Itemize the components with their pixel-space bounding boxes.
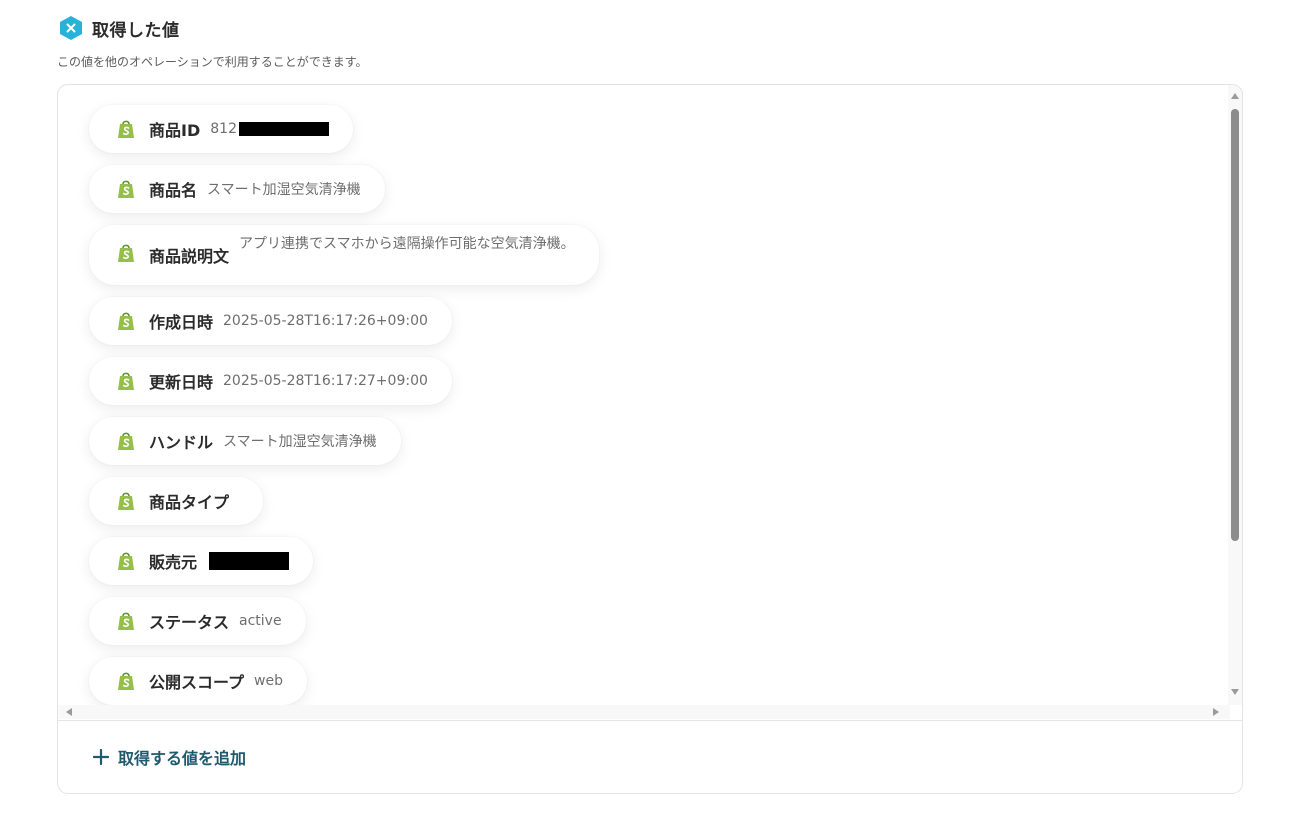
value-pill-handle[interactable]: ハンドル スマート加湿空気清浄機: [89, 417, 401, 465]
value-text: 2025-05-28T16:17:27+09:00: [223, 373, 428, 389]
scroll-left-arrow-icon[interactable]: [66, 708, 72, 716]
shopify-bag-icon: [118, 312, 134, 330]
shopify-bag-icon: [118, 672, 134, 690]
section-subtitle: この値を他のオペレーションで利用することができます。: [57, 55, 368, 69]
value-pill-updated-at[interactable]: 更新日時 2025-05-28T16:17:27+09:00: [89, 357, 452, 405]
add-button-label: 取得する値を追加: [118, 749, 247, 768]
value-label: 商品タイプ: [149, 493, 230, 512]
horizontal-scrollbar[interactable]: [58, 705, 1230, 719]
value-text: 812: [210, 121, 329, 137]
value-label: 公開スコープ: [149, 673, 245, 692]
panel-divider: [58, 720, 1242, 721]
shopify-bag-icon: [118, 492, 134, 510]
value-label: 商品説明文: [149, 247, 230, 266]
value-label: 商品ID: [149, 121, 201, 140]
redaction-bar: [209, 552, 290, 570]
shopify-bag-icon: [118, 180, 134, 198]
value-pill-status[interactable]: ステータス active: [89, 597, 306, 645]
section-title: 取得した値: [92, 20, 180, 41]
value-text: active: [239, 613, 282, 629]
value-text: web: [254, 673, 283, 689]
scroll-up-arrow-icon[interactable]: [1231, 93, 1239, 99]
redaction-bar: [238, 122, 329, 136]
values-list: 商品ID 812 商品名 スマート加湿空気清浄機 商品説明文 アプリ連携でスマホ…: [89, 105, 599, 705]
add-fetched-value-button[interactable]: 取得する値を追加: [93, 745, 246, 769]
value-label: ハンドル: [149, 433, 214, 452]
values-list-viewport[interactable]: 商品ID 812 商品名 スマート加湿空気清浄機 商品説明文 アプリ連携でスマホ…: [58, 85, 1230, 705]
value-pill-published-scope[interactable]: 公開スコープ web: [89, 657, 307, 705]
value-label: ステータス: [149, 613, 230, 632]
value-text: スマート加湿空気清浄機: [223, 434, 377, 450]
value-label: 作成日時: [149, 313, 214, 332]
shopify-bag-icon: [118, 612, 134, 630]
shopify-bag-icon: [118, 432, 134, 450]
yoom-x-icon: [60, 16, 82, 40]
value-label: 商品名: [149, 181, 198, 200]
vertical-scrollbar[interactable]: [1228, 85, 1242, 705]
value-text: アプリ連携でスマホから遠隔操作可能な空気清浄機。: [239, 236, 575, 252]
scroll-down-arrow-icon[interactable]: [1231, 689, 1239, 695]
scroll-right-arrow-icon[interactable]: [1213, 708, 1219, 716]
value-pill-product-id[interactable]: 商品ID 812: [89, 105, 353, 153]
shopify-bag-icon: [118, 120, 134, 138]
vertical-scroll-thumb[interactable]: [1231, 109, 1239, 541]
shopify-bag-icon: [118, 372, 134, 390]
value-label: 販売元: [149, 553, 198, 572]
value-text: スマート加湿空気清浄機: [207, 182, 361, 198]
section-header: 取得した値: [59, 15, 180, 41]
value-pill-vendor[interactable]: 販売元: [89, 537, 314, 585]
plus-icon: [93, 749, 109, 765]
value-pill-product-type[interactable]: 商品タイプ: [89, 477, 264, 525]
value-label: 更新日時: [149, 373, 214, 392]
value-pill-product-name[interactable]: 商品名 スマート加湿空気清浄機: [89, 165, 385, 213]
shopify-bag-icon: [118, 244, 134, 262]
shopify-bag-icon: [118, 552, 134, 570]
fetched-values-panel: 商品ID 812 商品名 スマート加湿空気清浄機 商品説明文 アプリ連携でスマホ…: [57, 84, 1243, 794]
value-text: 2025-05-28T16:17:26+09:00: [223, 313, 428, 329]
value-pill-product-description[interactable]: 商品説明文 アプリ連携でスマホから遠隔操作可能な空気清浄機。: [89, 225, 599, 285]
value-pill-created-at[interactable]: 作成日時 2025-05-28T16:17:26+09:00: [89, 297, 452, 345]
value-text: [207, 552, 290, 570]
